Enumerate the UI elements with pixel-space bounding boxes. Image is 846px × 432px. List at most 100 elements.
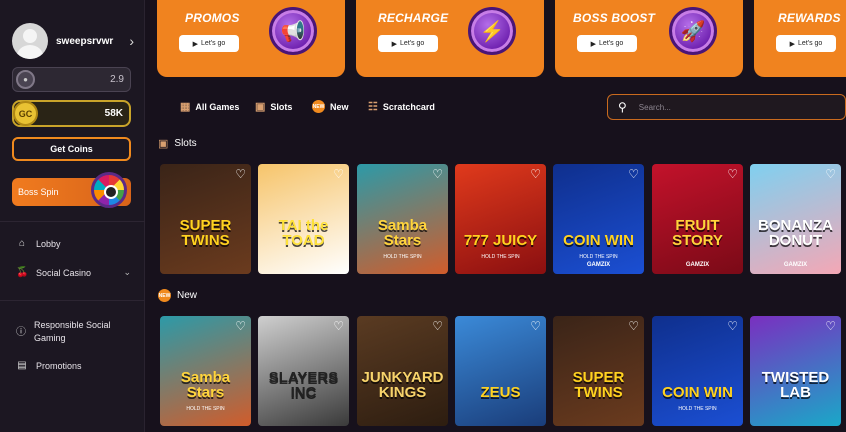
sidebar-item-social-casino[interactable]: 🍒 Social Casino ⌄ [16,267,131,278]
game-title: COIN WIN [662,384,733,401]
promo-title: RECHARGE [378,11,449,25]
lets-go-button[interactable]: ▶ Let's go [577,35,637,52]
section-title: New [177,290,198,301]
tab-label: New [330,101,349,112]
game-provider: GAMZIX [586,262,611,268]
promo-card-promos[interactable]: PROMOS ▶ Let's go 📢 [157,0,345,77]
play-icon: ▶ [590,40,597,48]
game-tile[interactable]: ♡ JUNKYARD KINGS [357,316,448,426]
game-tile[interactable]: ♡ SUPER TWINS [553,316,644,426]
sidebar-item-lobby[interactable]: ⌂ Lobby [16,238,131,249]
lets-go-label: Let's go [400,40,425,47]
game-title: 777 JUICY [463,232,538,249]
sweeps-coin-balance[interactable]: ● 2.9 [12,67,131,92]
game-title: TWISTED LAB [761,369,830,401]
lets-go-button[interactable]: ▶ Let's go [776,35,836,52]
promo-card-rewards[interactable]: REWARDS ▶ Let's go [754,0,846,77]
lets-go-label: Let's go [201,40,226,47]
game-tile[interactable]: ♡ ZEUS [455,316,546,426]
game-tile[interactable]: ♡ BONANZA DONUT GAMZIX [750,164,841,274]
favorite-heart-icon[interactable]: ♡ [530,319,541,333]
sidebar-item-label: Responsible Social Gaming [34,320,111,343]
slot-machine-icon: ▣ [255,101,266,113]
game-provider: GAMZIX [685,262,710,268]
play-icon: ▶ [192,40,199,48]
scratchcard-icon: ☷ [368,101,378,113]
boss-spin-label: Boss Spin [18,187,59,197]
search-input[interactable] [638,102,819,112]
sidebar-item-label: Social Casino [36,267,92,278]
game-title: COIN WIN [563,232,634,249]
sidebar-divider [0,221,145,222]
tab-label: Slots [270,101,293,112]
game-tile[interactable]: ♡ TAI the TOAD [258,164,349,274]
promo-card-recharge[interactable]: RECHARGE ▶ Let's go ⚡ [356,0,544,77]
tab-label: Scratchcard [382,101,435,112]
game-tile[interactable]: ♡ COIN WIN HOLD THE SPIN [652,316,743,426]
favorite-heart-icon[interactable]: ♡ [432,167,443,181]
game-title: TAI the TOAD [278,217,329,249]
favorite-heart-icon[interactable]: ♡ [432,319,443,333]
section-heading-new: NEW New [158,289,197,302]
game-tile[interactable]: ♡ Samba Stars HOLD THE SPIN [160,316,251,426]
favorite-heart-icon[interactable]: ♡ [825,319,836,333]
home-icon: ⌂ [18,238,26,249]
game-subtitle: HOLD THE SPIN [579,254,618,260]
game-title: Samba Stars [377,217,428,249]
favorite-heart-icon[interactable]: ♡ [333,319,344,333]
game-title: FRUIT STORY [672,217,723,249]
info-icon: ⓘ [16,326,26,338]
boss-spin-button[interactable]: Boss Spin [12,172,131,208]
profile-row[interactable]: sweepsrvwr › [12,22,134,60]
game-title: SLAYERS INC [268,369,339,401]
chevron-down-icon[interactable]: ⌄ [123,267,131,278]
game-tile[interactable]: ♡ COIN WIN HOLD THE SPIN GAMZIX [553,164,644,274]
rocket-icon: 🚀 [669,7,717,55]
tab-new[interactable]: NEW New [312,100,349,113]
username: sweepsrvwr [56,35,114,47]
game-tile[interactable]: ♡ SLAYERS INC [258,316,349,426]
game-tile[interactable]: ♡ TWISTED LAB [750,316,841,426]
favorite-heart-icon[interactable]: ♡ [825,167,836,181]
sweeps-coin-icon: ● [16,70,35,89]
lets-go-button[interactable]: ▶ Let's go [378,35,438,52]
sidebar-item-promotions[interactable]: ▤ Promotions [16,360,131,371]
tab-slots[interactable]: ▣ Slots [255,100,292,113]
favorite-heart-icon[interactable]: ♡ [727,167,738,181]
favorite-heart-icon[interactable]: ♡ [235,167,246,181]
sidebar-item-responsible-gaming[interactable]: ⓘ Responsible Social Gaming [16,319,116,345]
cherries-icon: 🍒 [16,267,29,278]
search-box[interactable]: ⚲ [607,94,846,120]
favorite-heart-icon[interactable]: ♡ [235,319,246,333]
game-tile[interactable]: ♡ FRUIT STORY GAMZIX [652,164,743,274]
favorite-heart-icon[interactable]: ♡ [628,319,639,333]
favorite-heart-icon[interactable]: ♡ [333,167,344,181]
sidebar-item-label: Promotions [36,360,82,371]
favorite-heart-icon[interactable]: ♡ [727,319,738,333]
tab-label: All Games [195,101,240,112]
promo-title: PROMOS [185,11,240,25]
get-coins-button[interactable]: Get Coins [12,137,131,161]
game-tile[interactable]: ♡ 777 JUICY HOLD THE SPIN [455,164,546,274]
favorite-heart-icon[interactable]: ♡ [530,167,541,181]
game-tile[interactable]: ♡ Samba Stars HOLD THE SPIN [357,164,448,274]
game-subtitle: HOLD THE SPIN [186,406,225,412]
lets-go-label: Let's go [599,40,624,47]
chevron-right-icon[interactable]: › [129,33,134,49]
tab-all-games[interactable]: ▦ All Games [180,100,239,113]
section-heading-slots: ▣ Slots [158,137,197,150]
lets-go-button[interactable]: ▶ Let's go [179,35,239,52]
tab-scratchcard[interactable]: ☷ Scratchcard [368,100,435,113]
gold-coin-icon: GC [13,101,38,126]
game-tile[interactable]: ♡ SUPER TWINS [160,164,251,274]
sidebar: sweepsrvwr › ● 2.9 GC 58K Get Coins Boss… [0,0,145,432]
avatar[interactable] [12,23,48,59]
favorite-heart-icon[interactable]: ♡ [628,167,639,181]
gold-coin-balance[interactable]: GC 58K [12,100,131,127]
sweeps-coin-value: 2.9 [110,74,124,85]
grid-icon: ▦ [180,101,191,113]
sidebar-divider [0,300,145,301]
promo-card-boss-boost[interactable]: BOSS BOOST ▶ Let's go 🚀 [555,0,743,77]
chart-icon: ▤ [17,360,27,371]
new-badge-icon: NEW [312,100,325,113]
